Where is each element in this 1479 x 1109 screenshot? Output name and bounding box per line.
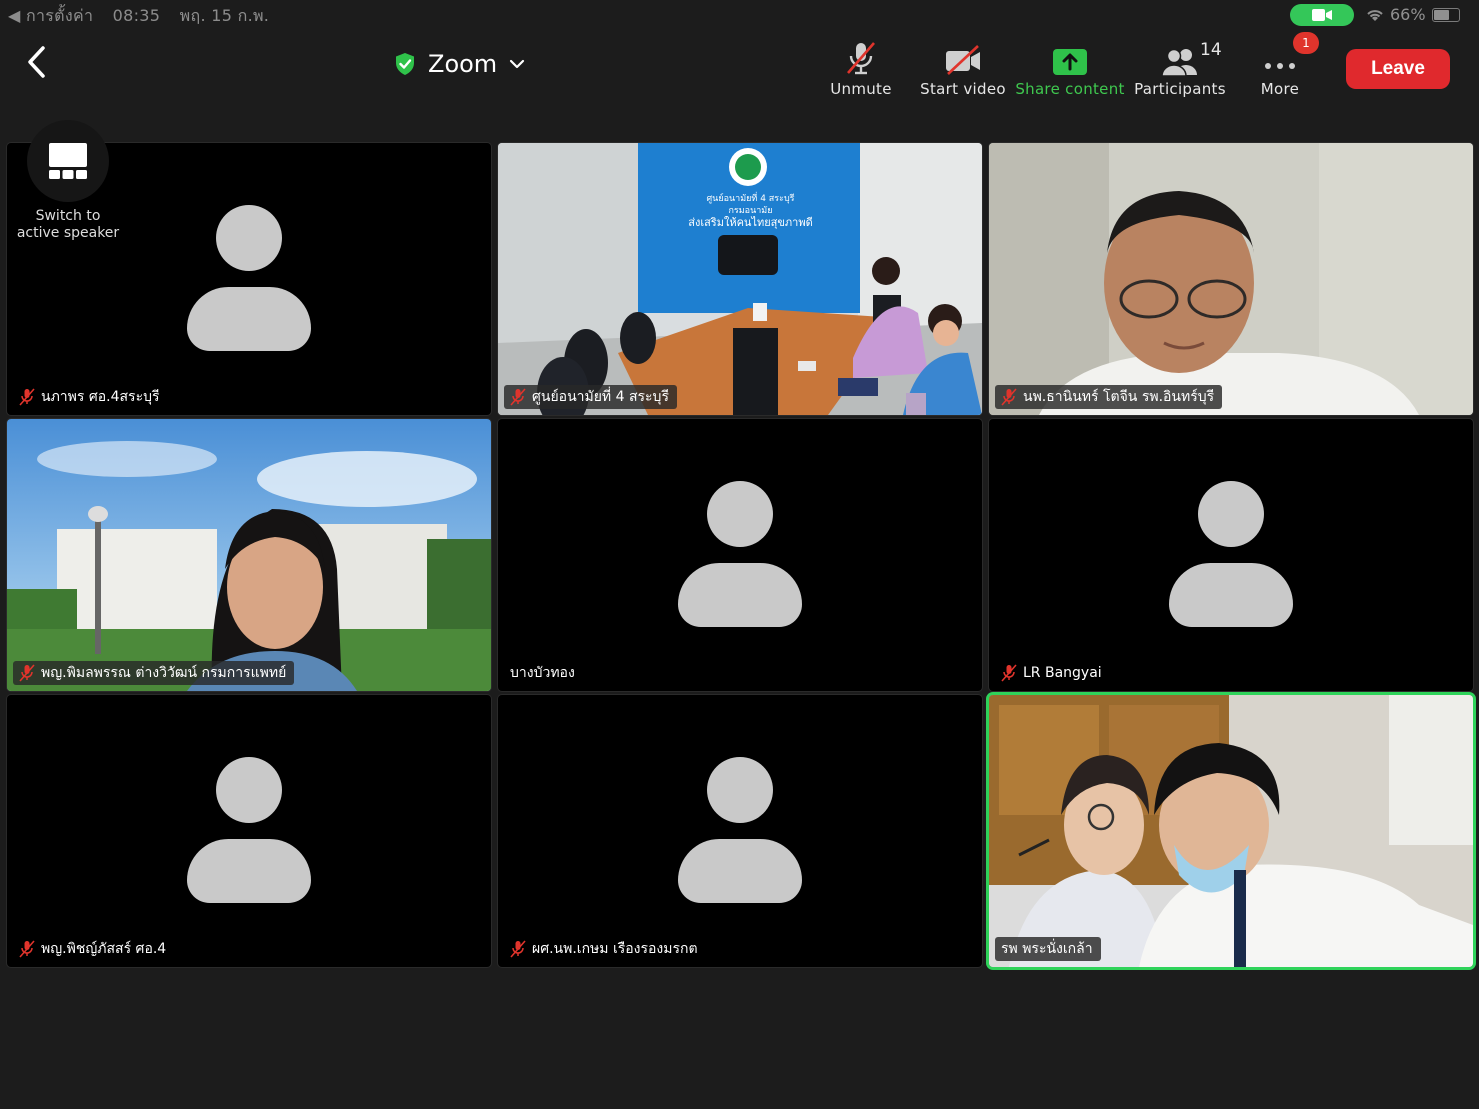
meeting-title: Zoom xyxy=(428,50,498,78)
participant-name-tag: บางบัวทอง xyxy=(504,661,583,685)
start-video-label: Start video xyxy=(920,80,1006,98)
video-camera-off-icon xyxy=(946,45,980,75)
participant-tile[interactable]: พญ.พิมลพรรณ ต่างวิวัฒน์ กรมการแพทย์ xyxy=(7,419,491,691)
avatar-placeholder-head xyxy=(1198,481,1264,547)
status-date: พฤ. 15 ก.พ. xyxy=(179,6,270,25)
participant-tile[interactable]: บางบัวทอง xyxy=(498,419,982,691)
battery-icon xyxy=(1431,7,1460,22)
participant-name-tag: พญ.พิมลพรรณ ต่างวิวัฒน์ กรมการแพทย์ xyxy=(13,661,295,685)
participant-name: พญ.พิชญ์ภัสสร์ ศอ.4 xyxy=(41,941,167,957)
avatar-placeholder-head xyxy=(707,481,773,547)
avatar-placeholder-head xyxy=(216,757,282,823)
participant-name: นภาพร ศอ.4สระบุรี xyxy=(41,389,160,405)
switch-speaker-label-line1: Switch to xyxy=(35,208,101,224)
participant-name: รพ พระนั่งเกล้า xyxy=(1001,941,1093,957)
status-time: 08:35 xyxy=(112,6,161,25)
banner-text: ศูนย์อนามัยที่ 4 สระบุรี กรมอนามัย ส่งเส… xyxy=(678,193,823,229)
share-content-label: Share content xyxy=(1015,80,1125,98)
more-label: More xyxy=(1260,80,1300,98)
avatar-placeholder-body xyxy=(187,839,311,903)
microphone-muted-icon xyxy=(19,940,35,958)
banner-line-1: ศูนย์อนามัยที่ 4 สระบุรี xyxy=(706,194,795,204)
status-bar: ◀ การตั้งค่า 08:35 พฤ. 15 ก.พ. 66% xyxy=(0,0,1479,30)
participant-name-tag: ผศ.นพ.เกษม เรืองรองมรกต xyxy=(504,937,706,961)
microphone-muted-icon xyxy=(510,940,526,958)
battery-percent: 66% xyxy=(1390,5,1426,24)
chevron-left-icon xyxy=(28,46,45,78)
active-speaker-layout-icon xyxy=(49,143,87,179)
switch-speaker-label: Switch to active speaker xyxy=(8,208,128,242)
conference-room-video xyxy=(498,143,982,415)
participant-tile[interactable]: ศูนย์อนามัยที่ 4 สระบุรี กรมอนามัย ส่งเส… xyxy=(498,143,982,415)
participant-name-tag: ศูนย์อนามัยที่ 4 สระบุรี xyxy=(504,385,677,409)
participant-name: ศูนย์อนามัยที่ 4 สระบุรี xyxy=(532,389,669,405)
unmute-button[interactable]: Unmute xyxy=(820,40,902,98)
participant-video xyxy=(989,695,1473,967)
microphone-muted-icon xyxy=(19,388,35,406)
microphone-muted-icon xyxy=(1001,388,1017,406)
participant-tile[interactable]: พญ.พิชญ์ภัสสร์ ศอ.4 xyxy=(7,695,491,967)
camera-in-use-indicator xyxy=(1290,4,1354,26)
more-notification-badge: 1 xyxy=(1293,32,1319,54)
participants-label: Participants xyxy=(1134,80,1226,98)
avatar-placeholder-body xyxy=(1169,563,1293,627)
participant-name-tag: รพ พระนั่งเกล้า xyxy=(995,937,1101,961)
chevron-down-icon xyxy=(510,59,525,69)
participant-name-tag: นภาพร ศอ.4สระบุรี xyxy=(13,385,168,409)
more-dots-icon xyxy=(1265,63,1295,69)
wifi-icon xyxy=(1367,9,1383,21)
switch-to-active-speaker-button[interactable]: Switch to active speaker xyxy=(8,120,128,242)
avatar-placeholder-body xyxy=(187,287,311,351)
microphone-muted-icon xyxy=(510,388,526,406)
participant-name-tag: นพ.ธานินทร์ โตจีน รพ.อินทร์บุรี xyxy=(995,385,1223,409)
participant-tile-active-speaker[interactable]: รพ พระนั่งเกล้า xyxy=(989,695,1473,967)
participant-name-tag: LR Bangyai xyxy=(995,661,1110,685)
switch-speaker-circle xyxy=(27,120,109,202)
participant-video xyxy=(989,143,1473,415)
participant-name: LR Bangyai xyxy=(1023,665,1102,681)
avatar-placeholder-head xyxy=(707,757,773,823)
share-content-button[interactable]: Share content xyxy=(1015,40,1125,98)
participant-name: พญ.พิมลพรรณ ต่างวิวัฒน์ กรมการแพทย์ xyxy=(41,665,287,681)
participants-icon xyxy=(1161,48,1197,76)
participant-tile[interactable]: ผศ.นพ.เกษม เรืองรองมรกต xyxy=(498,695,982,967)
participant-tile[interactable]: นพ.ธานินทร์ โตจีน รพ.อินทร์บุรี xyxy=(989,143,1473,415)
switch-speaker-label-line2: active speaker xyxy=(16,225,120,241)
participant-name: ผศ.นพ.เกษม เรืองรองมรกต xyxy=(532,941,698,957)
participants-count: 14 xyxy=(1200,40,1222,60)
avatar-placeholder-head xyxy=(216,205,282,271)
microphone-muted-icon xyxy=(1001,664,1017,682)
participant-name-tag: พญ.พิชญ์ภัสสร์ ศอ.4 xyxy=(13,937,174,961)
microphone-muted-icon xyxy=(19,664,35,682)
status-left: ◀ การตั้งค่า 08:35 พฤ. 15 ก.พ. xyxy=(8,4,283,29)
participant-name: นพ.ธานินทร์ โตจีน รพ.อินทร์บุรี xyxy=(1023,389,1215,405)
banner-line-3: ส่งเสริมให้คนไทยสุขภาพดี xyxy=(688,216,813,229)
video-camera-icon xyxy=(1312,9,1332,21)
participant-name: บางบัวทอง xyxy=(510,665,575,681)
avatar-placeholder-body xyxy=(678,563,802,627)
back-to-app[interactable]: ◀ การตั้งค่า xyxy=(8,6,93,25)
leave-button[interactable]: Leave xyxy=(1346,49,1450,89)
participant-tile[interactable]: LR Bangyai xyxy=(989,419,1473,691)
shield-check-icon xyxy=(396,53,414,75)
meeting-title-dropdown[interactable]: Zoom xyxy=(394,46,525,82)
share-arrow-icon xyxy=(1053,49,1087,75)
microphone-muted-icon xyxy=(847,42,875,75)
status-right: 66% xyxy=(1366,5,1460,24)
start-video-button[interactable]: Start video xyxy=(920,40,1006,98)
unmute-label: Unmute xyxy=(830,80,892,98)
participant-video xyxy=(7,419,491,691)
back-button[interactable] xyxy=(18,42,54,82)
avatar-placeholder-body xyxy=(678,839,802,903)
